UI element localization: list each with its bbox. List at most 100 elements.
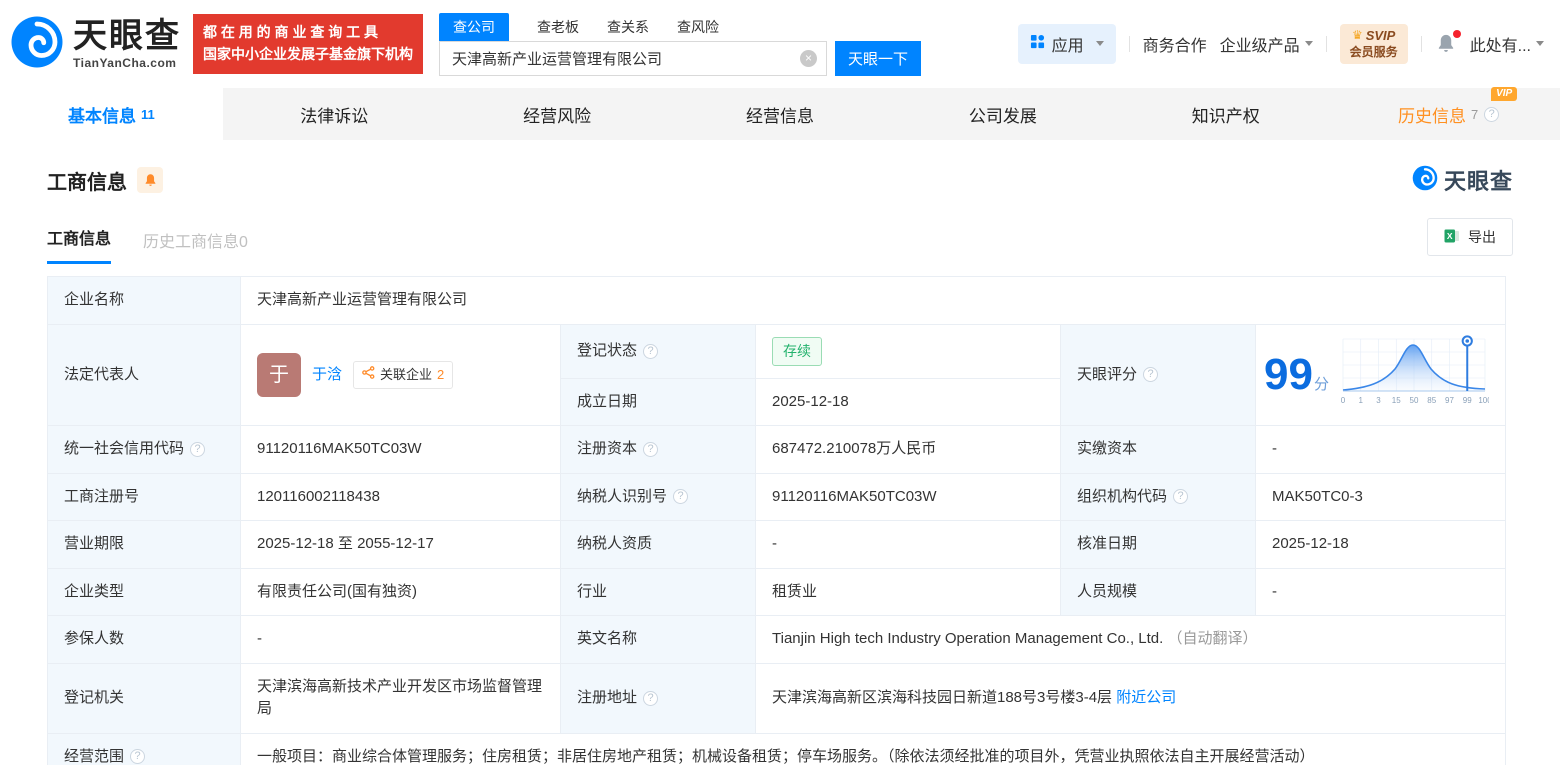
reg-authority-value: 天津滨海高新技术产业开发区市场监督管理局 [240, 662, 561, 734]
score-value: 99 [1264, 349, 1313, 399]
reg-capital-label: 注册资本 [560, 425, 756, 474]
help-icon[interactable] [673, 489, 689, 505]
industry-value: 租赁业 [755, 567, 1061, 616]
nav-business-cooperation[interactable]: 商务合作 [1143, 32, 1207, 56]
user-menu[interactable]: 此处有... [1470, 32, 1544, 56]
legal-rep-label: 法定代表人 [47, 323, 241, 426]
notification-dot [1452, 29, 1461, 38]
svg-text:1: 1 [1358, 396, 1363, 405]
subtab-history-business-info[interactable]: 历史工商信息0 [143, 228, 248, 264]
tab-operation-risk[interactable]: 经营风险 [446, 88, 669, 140]
svip-label: SVIP [1365, 27, 1396, 43]
search-tab-risk[interactable]: 查风险 [677, 13, 719, 41]
vip-badge: VIP [1491, 86, 1518, 101]
business-info-table: 企业名称 天津高新产业运营管理有限公司 法定代表人 于 于浛 关联企业 2 登记… [47, 276, 1507, 765]
company-type-label: 企业类型 [47, 567, 241, 616]
help-icon[interactable] [1173, 489, 1189, 505]
table-row: 法定代表人 于 于浛 关联企业 2 登记状态 ? 存续 天眼评分 ? 99分 0… [47, 323, 1507, 426]
reg-number-value: 120116002118438 [240, 472, 561, 521]
export-button[interactable]: X 导出 [1427, 218, 1513, 256]
table-row: 企业名称 天津高新产业运营管理有限公司 [47, 276, 1507, 325]
table-row: 参保人数 - 英文名称 Tianjin High tech Industry O… [47, 615, 1507, 664]
paid-capital-label: 实缴资本 [1060, 425, 1256, 474]
crown-icon: ♛ [1351, 28, 1363, 43]
tab-count: 11 [141, 106, 155, 122]
svg-text:15: 15 [1392, 396, 1401, 405]
help-icon[interactable] [130, 749, 146, 765]
staff-size-value: - [1254, 567, 1507, 616]
company-type-value: 有限责任公司(国有独资) [240, 567, 561, 616]
help-icon[interactable] [643, 690, 659, 706]
promo-line1: 都 在 用 的 商 业 查 询 工 具 [203, 24, 379, 41]
logo-text: 天眼查 [73, 17, 181, 55]
related-companies-badge[interactable]: 关联企业 2 [353, 361, 454, 389]
score-unit: 分 [1313, 375, 1329, 393]
monitor-bell-button[interactable] [137, 167, 163, 193]
score-label-text: 天眼评分 [1077, 365, 1138, 383]
divider [1420, 35, 1422, 52]
excel-icon: X [1444, 228, 1460, 247]
nav-enterprise-products[interactable]: 企业级产品 [1220, 32, 1313, 56]
company-name-value: 天津高新产业运营管理有限公司 [239, 276, 1507, 325]
promo-line2: 国家中小企业发展子基金旗下机构 [203, 46, 413, 62]
search-tab-relation[interactable]: 查关系 [607, 13, 649, 41]
notification-bell-icon[interactable] [1435, 29, 1461, 55]
reg-address-label: 注册地址 [560, 662, 756, 734]
nearby-companies-link[interactable]: 附近公司 [1116, 689, 1176, 706]
svg-text:85: 85 [1427, 396, 1436, 405]
help-icon[interactable] [643, 343, 659, 359]
svg-text:X: X [1447, 231, 1453, 241]
tab-operation-info[interactable]: 经营信息 [669, 88, 892, 140]
search-input-wrap [439, 40, 827, 76]
company-page-tabs: 基本信息 11 法律诉讼 经营风险 经营信息 公司发展 知识产权 历史信息 7 … [0, 86, 1560, 140]
search-area: 查公司 查老板 查关系 查风险 天眼一下 [439, 12, 921, 76]
header-nav: 应用 商务合作 企业级产品 ♛ SVIP 会员服务 此处有... [1017, 23, 1544, 65]
apps-menu-button[interactable]: 应用 [1017, 23, 1116, 64]
avatar[interactable]: 于 [257, 352, 301, 397]
svip-member-button[interactable]: ♛ SVIP 会员服务 [1339, 23, 1408, 65]
score-label: 天眼评分 [1060, 323, 1256, 426]
english-name-label: 英文名称 [560, 615, 756, 664]
svg-text:3: 3 [1376, 396, 1381, 405]
legal-rep-cell: 于 于浛 关联企业 2 [240, 323, 561, 426]
credit-code-label: 统一社会信用代码 [47, 425, 241, 474]
tab-basic-info[interactable]: 基本信息 11 [0, 88, 223, 140]
apps-grid-icon [1030, 34, 1045, 54]
tab-intellectual-property[interactable]: 知识产权 [1114, 88, 1337, 140]
search-button[interactable]: 天眼一下 [835, 40, 921, 76]
search-row: 天眼一下 [439, 40, 921, 76]
org-code-label: 组织机构代码 [1060, 472, 1256, 521]
watermark-text: 天眼查 [1443, 169, 1513, 194]
clear-search-icon[interactable] [800, 49, 817, 67]
help-icon[interactable] [643, 441, 659, 457]
tianyancha-logo[interactable]: 天眼查 TianYanCha.com [10, 15, 181, 74]
org-code-value: MAK50TC0-3 [1254, 472, 1507, 521]
taxpayer-id-label-text: 纳税人识别号 [577, 487, 668, 505]
tab-inner: 公司发展 [969, 102, 1037, 127]
enterprise-label: 企业级产品 [1219, 37, 1300, 55]
chevron-down-icon [1304, 41, 1313, 47]
subtab-row: 工商信息 历史工商信息0 X 导出 [0, 196, 1560, 264]
status-badge: 存续 [772, 336, 822, 366]
tab-company-development[interactable]: 公司发展 [891, 88, 1114, 140]
search-tab-company[interactable]: 查公司 [439, 12, 509, 41]
reg-status-value: 存续 [755, 323, 1061, 379]
subtab-business-info[interactable]: 工商信息 [47, 225, 112, 264]
tab-history-info[interactable]: 历史信息 7 VIP [1337, 86, 1560, 140]
promo-banner[interactable]: 都 在 用 的 商 业 查 询 工 具 国家中小企业发展子基金旗下机构 [193, 14, 423, 74]
approval-date-label: 核准日期 [1060, 520, 1256, 569]
search-input[interactable] [439, 40, 827, 76]
help-icon[interactable] [1143, 367, 1159, 383]
network-icon [362, 365, 375, 385]
tab-legal-proceedings[interactable]: 法律诉讼 [223, 88, 446, 140]
legal-rep-name-link[interactable]: 于浛 [312, 364, 342, 387]
help-icon[interactable] [190, 441, 206, 457]
search-tab-boss[interactable]: 查老板 [537, 13, 579, 41]
score-cell: 99分 0 1 3 15 50 85 97 99 10 [1254, 323, 1507, 426]
insured-label: 参保人数 [47, 615, 241, 664]
svg-text:97: 97 [1445, 396, 1454, 405]
help-icon[interactable] [1484, 106, 1500, 122]
table-row: 企业类型 有限责任公司(国有独资) 行业 租赁业 人员规模 - [47, 567, 1507, 616]
est-date-value: 2025-12-18 [755, 377, 1061, 426]
tab-inner: 基本信息 11 [68, 102, 155, 127]
